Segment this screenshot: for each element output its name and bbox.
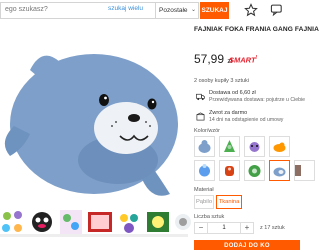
smart-badge-sup: ! <box>255 55 258 61</box>
top-search-bar: ego szukasz? szukaj wielu Pozostałe ⌄ SZ… <box>0 0 300 22</box>
variant-option-1[interactable] <box>194 136 215 157</box>
smart-badge: SMART! <box>229 55 257 65</box>
search-scope-link[interactable]: szukaj wielu <box>108 5 143 12</box>
product-main-image[interactable] <box>0 22 188 204</box>
delivery-estimate: Przewidywana dostawa: pojutrze u Ciebie <box>209 97 306 103</box>
variant-1-image <box>198 140 211 153</box>
thumbnail-scrollbar[interactable] <box>0 234 188 237</box>
chat-icon[interactable] <box>270 3 284 17</box>
quantity-label: Liczba sztuk <box>194 214 225 220</box>
quantity-available: z 17 sztuk <box>260 225 285 231</box>
thumbnail-strip <box>0 206 191 250</box>
quantity-increase-button[interactable]: + <box>240 222 254 234</box>
variant-option-5[interactable] <box>194 160 215 181</box>
chevron-down-icon: ⌄ <box>190 7 196 13</box>
variant-5-image <box>199 164 210 177</box>
variant-option-2[interactable] <box>219 136 240 157</box>
smart-badge-label: SMART <box>229 55 256 65</box>
variant-9-image <box>295 165 301 176</box>
material-label: Materiał <box>194 187 214 193</box>
variant-option-7[interactable] <box>244 160 265 181</box>
product-price: 57,99 zł <box>194 52 232 66</box>
variant-option-6[interactable] <box>219 160 240 181</box>
material-option-2[interactable]: Tkanina <box>216 195 242 209</box>
free-return: Zwrot za darmo <box>209 110 248 116</box>
search-button[interactable]: SZUKAJ <box>200 2 229 19</box>
price-value: 57,99 <box>194 52 225 66</box>
add-to-cart-button[interactable]: DODAJ DO KO <box>194 240 300 250</box>
variant-2-image <box>224 140 235 152</box>
product-title: FAJNIAK FOKA FRANIA GANG FAJNIA <box>194 26 319 33</box>
variant-3-image <box>249 142 260 152</box>
variant-4-image <box>273 142 286 152</box>
return-policy: 14 dni na odstąpienie od umowy <box>209 117 284 123</box>
variants-label: Kolor/wzór <box>194 128 220 134</box>
return-box-icon <box>196 112 205 121</box>
variant-option-3[interactable] <box>244 136 265 157</box>
variant-option-4[interactable] <box>269 136 290 157</box>
variant-10-image <box>273 167 286 177</box>
category-select-value: Pozostałe <box>159 7 188 14</box>
delivery-cost: Dostawa od 6,60 zł <box>209 90 256 96</box>
quantity-decrease-button[interactable]: − <box>194 222 208 234</box>
delivery-truck-icon <box>196 93 205 101</box>
variant-option-9[interactable] <box>294 160 315 181</box>
variant-option-selected[interactable] <box>269 160 290 181</box>
variant-6-image <box>225 166 234 176</box>
star-icon[interactable] <box>244 3 258 17</box>
material-option-1[interactable]: Pąbilo <box>194 195 214 209</box>
category-select[interactable]: Pozostałe ⌄ <box>155 2 199 19</box>
variant-7-image <box>248 165 261 177</box>
quantity-input[interactable]: 1 <box>208 222 240 234</box>
sold-count: 2 osoby kupiły 3 sztuki <box>194 78 250 84</box>
